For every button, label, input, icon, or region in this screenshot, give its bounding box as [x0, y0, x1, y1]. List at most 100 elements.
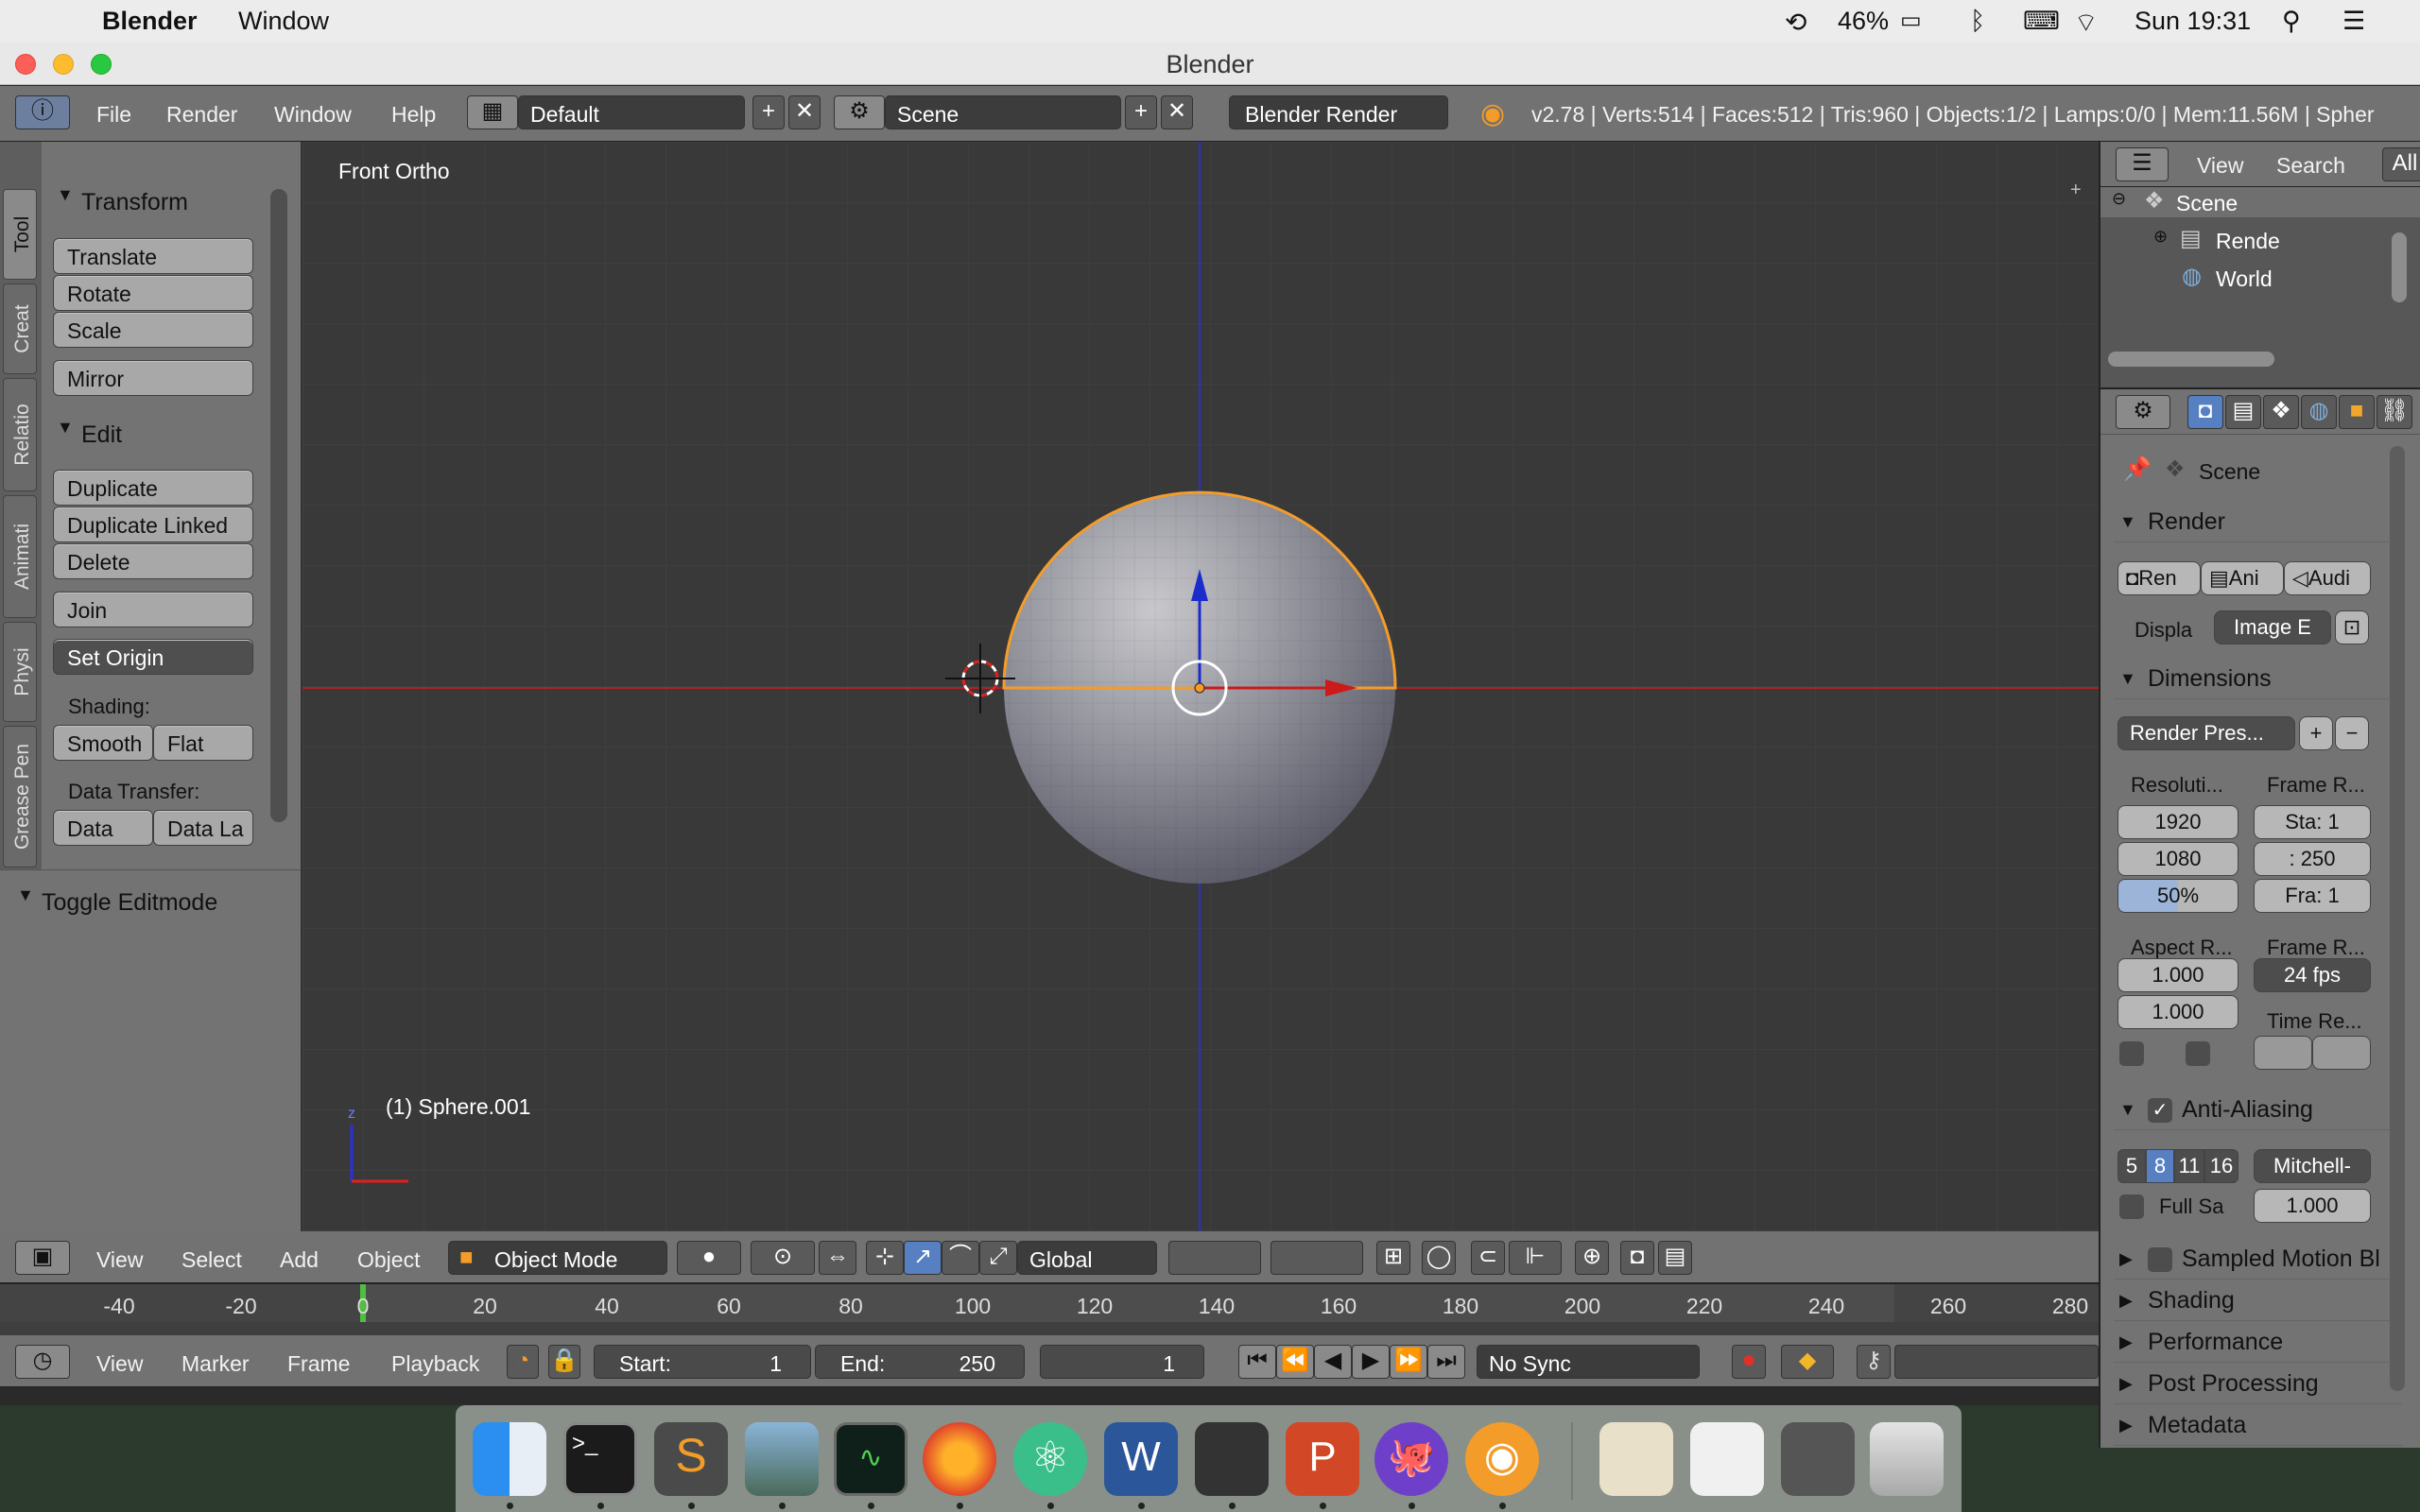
editor-type-timeline-icon[interactable]: ◷: [15, 1345, 70, 1379]
translate-manipulator-icon[interactable]: ↗: [904, 1241, 942, 1275]
add-scene-icon[interactable]: +: [1125, 95, 1157, 129]
time-remap-old-field[interactable]: [2254, 1036, 2312, 1070]
object-tab-icon[interactable]: ■: [2339, 395, 2375, 429]
notification-center-icon[interactable]: ☰: [2342, 7, 2365, 36]
motion-blur-checkbox[interactable]: [2148, 1247, 2172, 1272]
play-reverse-icon[interactable]: ◀: [1314, 1345, 1352, 1379]
menu-help[interactable]: Help: [391, 102, 436, 128]
anti-aliasing-panel-header[interactable]: ▼ ✓ Anti-Aliasing: [2114, 1091, 2402, 1130]
outliner-row-scene[interactable]: ⊖ ❖ Scene: [2100, 187, 2420, 217]
layout-browse-icon[interactable]: ▦: [467, 95, 518, 129]
bluetooth-icon[interactable]: ᛒ: [1970, 7, 1985, 36]
aa-samples-11[interactable]: 11: [2174, 1149, 2204, 1183]
scale-manipulator-icon[interactable]: ⤢: [979, 1241, 1017, 1275]
render-tab-icon[interactable]: ◘: [2187, 395, 2223, 429]
tab-grease-pencil[interactable]: Grease Pen: [3, 726, 37, 868]
join-button[interactable]: Join: [53, 592, 253, 627]
jump-keyframe-forward-icon[interactable]: ⏩: [1390, 1345, 1427, 1379]
powerpoint-icon[interactable]: P: [1286, 1422, 1359, 1496]
current-frame-field[interactable]: 1: [1040, 1345, 1204, 1379]
trash-icon[interactable]: [1870, 1422, 1944, 1496]
aa-samples-16[interactable]: 16: [2204, 1149, 2238, 1183]
tool-shelf-scrollbar[interactable]: [270, 189, 287, 822]
outliner-row-world[interactable]: ◍ World: [2100, 263, 2420, 293]
toggle-editmode-title[interactable]: Toggle Editmode: [42, 889, 217, 917]
performance-panel-header[interactable]: ▶ Performance: [2114, 1323, 2402, 1363]
set-origin-select[interactable]: Set Origin: [53, 639, 253, 675]
layers-block-2[interactable]: [1270, 1241, 1363, 1275]
jump-start-icon[interactable]: ⏮: [1238, 1345, 1276, 1379]
menubar-window[interactable]: Window: [238, 7, 329, 36]
scene-browse-icon[interactable]: ⚙: [834, 95, 885, 129]
menu-window[interactable]: Window: [274, 102, 352, 128]
scene-tab-icon[interactable]: ❖: [2263, 395, 2299, 429]
aspect-y-field[interactable]: 1.000: [2118, 995, 2238, 1029]
display-mode-select[interactable]: Image E: [2214, 610, 2331, 644]
render-audio-button[interactable]: ◁Audi: [2284, 561, 2371, 595]
proportional-edit-icon[interactable]: ◯: [1422, 1241, 1456, 1275]
aspect-x-field[interactable]: 1.000: [2118, 958, 2238, 992]
menu-playback[interactable]: Playback: [391, 1351, 479, 1377]
sync-mode-select[interactable]: No Sync: [1477, 1345, 1700, 1379]
menu-file[interactable]: File: [96, 102, 131, 128]
menu-view[interactable]: View: [2197, 153, 2243, 179]
resolution-x-field[interactable]: 1920: [2118, 805, 2238, 839]
aa-filter-size-field[interactable]: 1.000: [2254, 1189, 2371, 1223]
menu-search[interactable]: Search: [2276, 153, 2345, 179]
viewport-shading-icon[interactable]: ●: [677, 1241, 741, 1275]
full-sample-checkbox[interactable]: [2119, 1194, 2144, 1219]
snap-element-icon[interactable]: ⊩: [1509, 1241, 1562, 1275]
properties-scrollbar[interactable]: [2390, 446, 2405, 1391]
keyboard-icon[interactable]: ⌨: [2023, 7, 2060, 36]
frame-step-field[interactable]: Fra: 1: [2254, 879, 2371, 913]
manipulator-toggle-icon[interactable]: ⇔: [819, 1241, 856, 1275]
frame-start-field[interactable]: Sta: 1: [2254, 805, 2371, 839]
sublime-text-icon[interactable]: S: [654, 1422, 728, 1496]
remove-preset-icon[interactable]: −: [2335, 716, 2369, 750]
sampled-motion-blur-panel-header[interactable]: ▶ Sampled Motion Bl: [2114, 1240, 2402, 1280]
resolution-percent-slider[interactable]: 50%: [2118, 879, 2238, 913]
github-desktop-icon[interactable]: 🐙: [1374, 1422, 1448, 1496]
frame-rate-select[interactable]: 24 fps: [2254, 958, 2371, 992]
menubar-clock[interactable]: Sun 19:31: [2135, 7, 2251, 36]
aa-samples-8[interactable]: 8: [2146, 1149, 2174, 1183]
collapse-arrow-icon[interactable]: ▼: [57, 185, 74, 205]
flat-button[interactable]: Flat: [153, 725, 253, 761]
scene-name-field[interactable]: Scene: [885, 95, 1121, 129]
smooth-button[interactable]: Smooth: [53, 725, 153, 761]
render-image-button[interactable]: ◘Ren: [2118, 561, 2201, 595]
metadata-panel-header[interactable]: ▶ Metadata: [2114, 1406, 2402, 1446]
render-animation-icon[interactable]: ▤: [1658, 1241, 1692, 1275]
word-icon[interactable]: W: [1104, 1422, 1178, 1496]
aa-samples-5[interactable]: 5: [2118, 1149, 2146, 1183]
record-icon[interactable]: ⏺: [1732, 1345, 1766, 1379]
time-machine-icon[interactable]: ⟲: [1785, 7, 1806, 38]
mode-select[interactable]: Object Mode: [448, 1241, 667, 1275]
menu-add[interactable]: Add: [280, 1247, 319, 1273]
translate-button[interactable]: Translate: [53, 238, 253, 274]
viewport-canvas[interactable]: [302, 142, 2099, 1231]
time-remap-new-field[interactable]: [2312, 1036, 2371, 1070]
edit-panel-title[interactable]: Edit: [81, 421, 122, 449]
snap-target-icon[interactable]: ⊕: [1575, 1241, 1609, 1275]
collapse-arrow-icon[interactable]: ▼: [57, 418, 74, 438]
dimensions-panel-header[interactable]: ▼ Dimensions: [2114, 660, 2402, 699]
menu-frame[interactable]: Frame: [287, 1351, 350, 1377]
end-frame-field[interactable]: End: 250: [815, 1345, 1025, 1379]
display-filter-select[interactable]: All: [2382, 147, 2420, 181]
expand-icon[interactable]: ⊕: [2153, 227, 2168, 247]
orientation-select[interactable]: Global: [1017, 1241, 1157, 1275]
render-layers-tab-icon[interactable]: ▤: [2225, 395, 2261, 429]
rotate-manipulator-icon[interactable]: ⌒: [942, 1241, 979, 1275]
render-camera-icon[interactable]: ◘: [1620, 1241, 1654, 1275]
firefox-icon[interactable]: [923, 1422, 996, 1496]
transform-manipulator-icon[interactable]: ⊹: [866, 1241, 904, 1275]
transform-panel-title[interactable]: Transform: [81, 189, 188, 216]
menubar-app[interactable]: Blender: [102, 7, 198, 36]
documents-folder-icon[interactable]: [1599, 1422, 1673, 1496]
lock-range-icon[interactable]: 🔒: [548, 1345, 580, 1379]
keying-set-field[interactable]: [1894, 1345, 2099, 1379]
post-processing-panel-header[interactable]: ▶ Post Processing: [2114, 1365, 2402, 1404]
collapse-icon[interactable]: ⊖: [2112, 189, 2126, 209]
timeline-area[interactable]: -40 -20 0 20 40 60 80 100 120 140 160 180 200 220 240 2…: [0, 1283, 2099, 1336]
